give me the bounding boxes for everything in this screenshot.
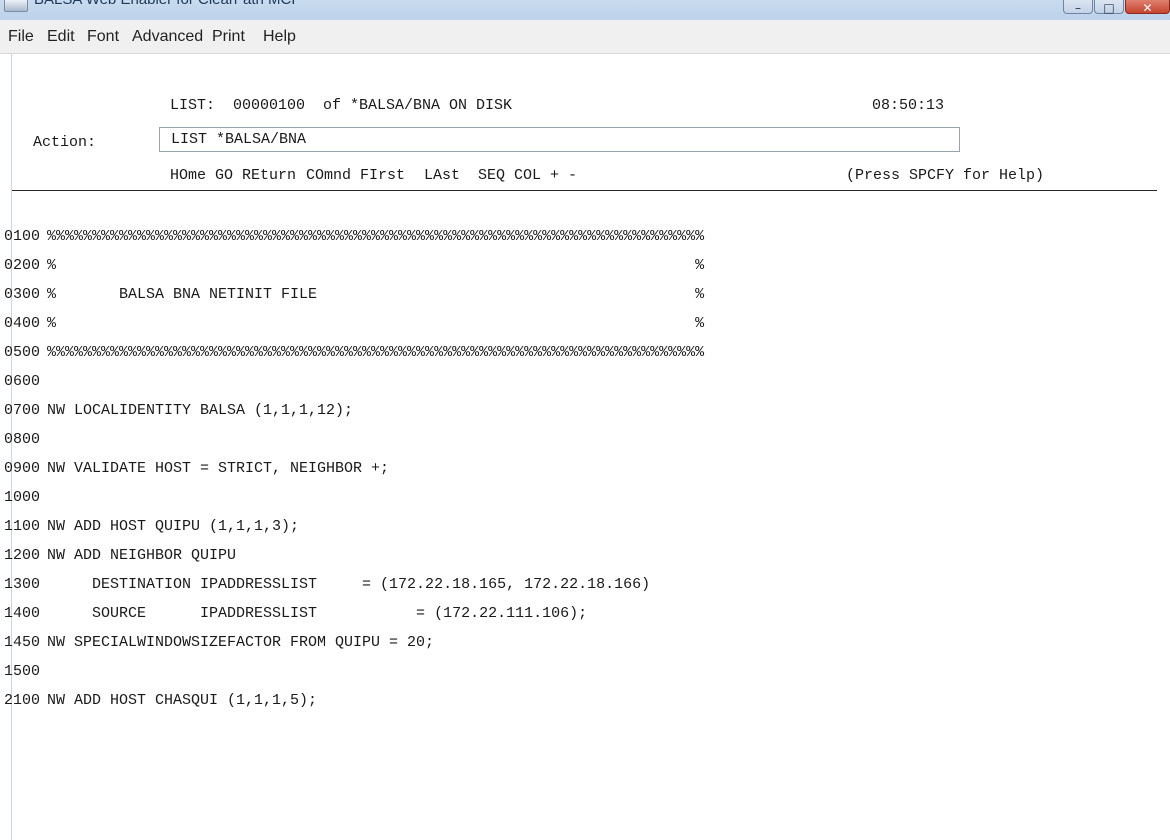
title-bar: BALSA Web Enabler for Clearr ath MCP – □… [0, 0, 1170, 20]
action-input[interactable] [159, 127, 960, 152]
line-number: 0200 [4, 257, 41, 274]
menu-advanced[interactable]: Advanced [132, 28, 203, 46]
line-text: DESTINATION IPADDRESSLIST = (172.22.18.1… [47, 576, 651, 593]
cmd-home[interactable]: HOme [170, 167, 206, 184]
menu-edit[interactable]: Edit [47, 28, 75, 46]
line-text: SOURCE IPADDRESSLIST = (172.22.111.106); [47, 605, 588, 622]
listing-row: 0200 % % [4, 257, 1154, 286]
line-number: 0100 [4, 228, 41, 245]
cmd-first[interactable]: FIrst [360, 167, 405, 184]
minimize-button[interactable]: – [1063, 0, 1093, 15]
listing-row: 0100%%%%%%%%%%%%%%%%%%%%%%%%%%%%%%%%%%%%… [4, 228, 1154, 257]
line-number: 2100 [4, 692, 41, 709]
listing-row: 0900 NW VALIDATE HOST = STRICT, NEIGHBOR … [4, 460, 1154, 489]
cmd-col[interactable]: COL [514, 167, 541, 184]
menu-file[interactable]: File [8, 28, 34, 46]
line-number: 1500 [4, 663, 41, 680]
listing-row: 1200 NW ADD NEIGHBOR QUIPU [4, 547, 1154, 576]
line-number: 0400 [4, 315, 41, 332]
maximize-icon: □ [1103, 1, 1115, 15]
close-button[interactable]: ✕ [1125, 0, 1170, 15]
line-number: 1300 [4, 576, 41, 593]
line-text: %%%%%%%%%%%%%%%%%%%%%%%%%%%%%%%%%%%%%%%%… [47, 228, 705, 245]
listing-row: 1400 SOURCE IPADDRESSLIST = (172.22.111.… [4, 605, 1154, 634]
line-text: % BALSA BNA NETINIT FILE % [47, 286, 705, 303]
menu-bar: File Edit Font Advanced Print Help [0, 20, 1170, 54]
line-text: NW VALIDATE HOST = STRICT, NEIGHBOR +; [47, 460, 390, 477]
listing-row: 0500%%%%%%%%%%%%%%%%%%%%%%%%%%%%%%%%%%%%… [4, 344, 1154, 373]
line-text: NW ADD HOST QUIPU (1,1,1,3); [47, 518, 300, 535]
cmd-go[interactable]: GO [215, 167, 233, 184]
listing-row: 1500 [4, 663, 1154, 692]
window-title: BALSA Web Enabler for Clearr ath MCP [34, 0, 301, 8]
listing-row: 0600 [4, 373, 1154, 402]
help-hint: (Press SPCFY for Help) [846, 167, 1045, 184]
cmd-plus[interactable]: + [550, 167, 559, 184]
cmd-last[interactable]: LAst [424, 167, 460, 184]
minimize-icon: – [1075, 1, 1081, 15]
menu-help[interactable]: Help [263, 28, 296, 46]
line-text: %%%%%%%%%%%%%%%%%%%%%%%%%%%%%%%%%%%%%%%%… [47, 344, 705, 361]
line-number: 0300 [4, 286, 41, 303]
close-icon: ✕ [1142, 1, 1153, 15]
listing-row: 1300 DESTINATION IPADDRESSLIST = (172.22… [4, 576, 1154, 605]
listing-row: 1000 [4, 489, 1154, 518]
cmd-comnd[interactable]: COmnd [306, 167, 351, 184]
app-icon [4, 0, 28, 12]
line-number: 0500 [4, 344, 41, 361]
maximize-button[interactable]: □ [1094, 0, 1124, 15]
line-number: 0800 [4, 431, 41, 448]
clock: 08:50:13 [872, 97, 945, 114]
listing-row: 0700 NW LOCALIDENTITY BALSA (1,1,1,12); [4, 402, 1154, 431]
line-text: NW LOCALIDENTITY BALSA (1,1,1,12); [47, 402, 354, 419]
listing-row: 0300 % BALSA BNA NETINIT FILE % [4, 286, 1154, 315]
menu-print[interactable]: Print [212, 28, 245, 46]
listing-row: 1100 NW ADD HOST QUIPU (1,1,1,3); [4, 518, 1154, 547]
line-text: NW ADD NEIGHBOR QUIPU [47, 547, 237, 564]
line-text: NW ADD HOST CHASQUI (1,1,1,5); [47, 692, 318, 709]
line-text: % % [47, 315, 705, 332]
header-divider [12, 190, 1157, 191]
line-number: 1450 [4, 634, 41, 651]
line-text: NW SPECIALWINDOWSIZEFACTOR FROM QUIPU = … [47, 634, 435, 651]
cmd-seq[interactable]: SEQ [478, 167, 505, 184]
list-status: LIST: 00000100 of *BALSA/BNA ON DISK [170, 97, 513, 114]
line-number: 0900 [4, 460, 41, 477]
line-number: 0700 [4, 402, 41, 419]
action-label: Action: [33, 134, 97, 151]
line-number: 1100 [4, 518, 41, 535]
line-number: 1400 [4, 605, 41, 622]
line-number: 0600 [4, 373, 41, 390]
listing-row: 0800 [4, 431, 1154, 460]
line-number: 1200 [4, 547, 41, 564]
menu-font[interactable]: Font [87, 28, 119, 46]
listing-row: 1450 NW SPECIALWINDOWSIZEFACTOR FROM QUIP… [4, 634, 1154, 663]
file-listing: 0100%%%%%%%%%%%%%%%%%%%%%%%%%%%%%%%%%%%%… [4, 228, 1154, 721]
listing-row: 0400 % % [4, 315, 1154, 344]
line-number: 1000 [4, 489, 41, 506]
line-text: % % [47, 257, 705, 274]
cmd-minus[interactable]: - [568, 167, 577, 184]
cmd-return[interactable]: REturn [242, 167, 296, 184]
listing-row: 2100 NW ADD HOST CHASQUI (1,1,1,5); [4, 692, 1154, 721]
